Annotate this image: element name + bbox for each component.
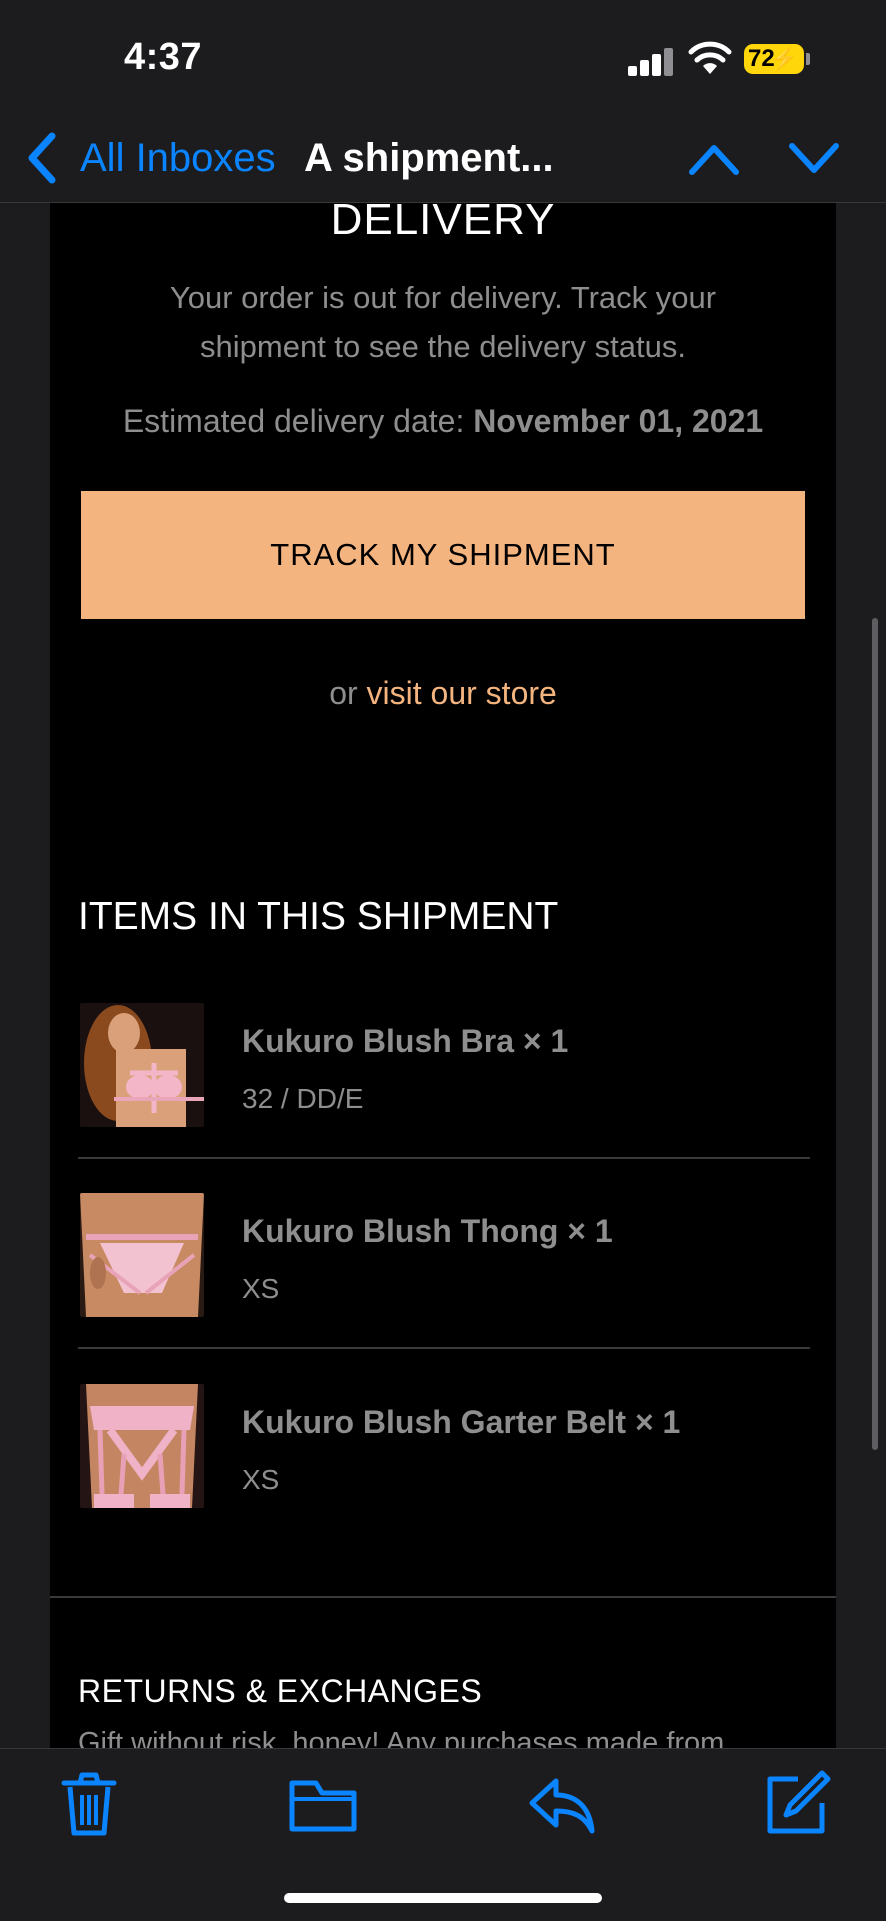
- delivery-intro-text: Your order is out for delivery. Track yo…: [169, 280, 717, 364]
- product-thumbnail-thong[interactable]: [80, 1193, 204, 1317]
- status-time: 4:37: [124, 36, 203, 78]
- returns-text: Gift without risk, honey! Any purchases …: [78, 1727, 725, 1748]
- compose-icon[interactable]: [762, 1769, 832, 1839]
- item-name: Kukuro Blush Bra × 1: [242, 1023, 569, 1059]
- folder-icon[interactable]: [288, 1769, 358, 1839]
- message-subject: A shipment...: [304, 136, 554, 180]
- estimated-delivery: Estimated delivery date: November 01, 20…: [50, 403, 836, 440]
- items-section-title: ITEMS IN THIS SHIPMENT: [78, 895, 559, 938]
- section-divider: [50, 1596, 836, 1598]
- cellular-signal-icon: [628, 46, 674, 76]
- email-heading: DELIVERY: [330, 203, 556, 244]
- track-shipment-button[interactable]: TRACK MY SHIPMENT: [81, 491, 805, 619]
- wifi-icon: [688, 41, 732, 74]
- product-thumbnail-garter-belt[interactable]: [80, 1384, 204, 1508]
- alt-prefix: or: [329, 675, 358, 711]
- trash-icon[interactable]: [54, 1769, 124, 1839]
- returns-title: RETURNS & EXCHANGES: [78, 1673, 483, 1709]
- item-name: Kukuro Blush Garter Belt × 1: [242, 1404, 681, 1440]
- email-body: DELIVERY Your order is out for delivery.…: [50, 203, 836, 1748]
- next-message-icon[interactable]: [788, 134, 840, 182]
- item-divider: [78, 1157, 810, 1159]
- product-thumbnail-bra[interactable]: [80, 1003, 204, 1127]
- back-to-all-inboxes[interactable]: All Inboxes: [80, 130, 276, 186]
- item-variant: XS: [242, 1464, 280, 1495]
- charging-bolt-icon: ⚡: [770, 46, 798, 71]
- scrollbar[interactable]: [872, 618, 878, 1450]
- mail-nav-bar: All Inboxes A shipment...: [0, 120, 886, 203]
- shipment-item: Kukuro Blush Garter Belt × 1 XS: [78, 1384, 810, 1574]
- back-chevron-icon[interactable]: [24, 130, 60, 186]
- battery-icon: 72 ⚡: [744, 44, 804, 74]
- shipment-item: Kukuro Blush Thong × 1 XS: [78, 1193, 810, 1383]
- item-variant: 32 / DD/E: [242, 1083, 364, 1114]
- previous-message-icon[interactable]: [688, 134, 740, 182]
- reply-icon[interactable]: [526, 1769, 596, 1839]
- home-indicator[interactable]: [284, 1893, 602, 1903]
- item-divider: [78, 1347, 810, 1349]
- eta-label: Estimated delivery date:: [122, 403, 465, 439]
- shipment-item: Kukuro Blush Bra × 1 32 / DD/E: [78, 1003, 810, 1193]
- item-name: Kukuro Blush Thong × 1: [242, 1213, 613, 1249]
- visit-store-link[interactable]: visit our store: [367, 675, 557, 711]
- item-variant: XS: [242, 1273, 280, 1304]
- store-link-line: or visit our store: [50, 675, 836, 712]
- eta-date: November 01, 2021: [473, 403, 764, 439]
- battery-cap: [806, 53, 810, 65]
- status-bar: 4:37 72 ⚡: [0, 0, 886, 120]
